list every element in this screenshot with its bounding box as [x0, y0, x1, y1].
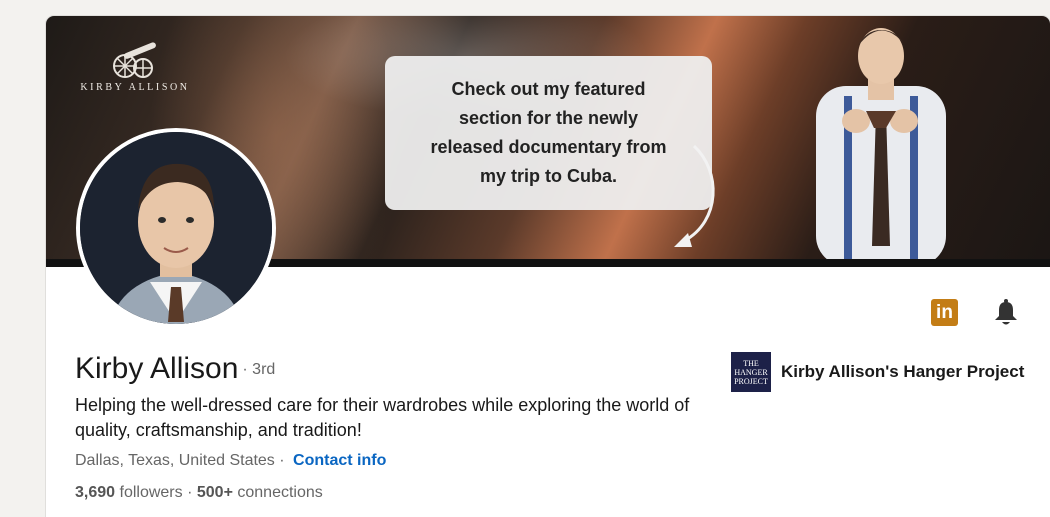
profile-avatar[interactable] [76, 128, 276, 328]
brand-logo: KIRBY ALLISON [70, 40, 200, 100]
company-logo-line1: THE [743, 358, 759, 368]
cannon-icon [113, 42, 156, 78]
company-logo-line3: PROJECT [734, 376, 768, 386]
bell-icon[interactable] [991, 298, 1021, 328]
logo-text: KIRBY ALLISON [80, 82, 190, 93]
banner-person-illustration [816, 28, 946, 266]
followers-count[interactable]: 3,690 [75, 484, 115, 501]
company-logo-line2: HANGER [734, 367, 768, 377]
company-name: Kirby Allison's Hanger Project [781, 362, 1025, 381]
connection-degree: · 3rd [242, 361, 276, 378]
profile-location: Dallas, Texas, United States · [75, 452, 285, 469]
location-row: Dallas, Texas, United States · Contact i… [75, 452, 386, 470]
profile-name: Kirby Allison [75, 352, 239, 385]
current-company[interactable]: THE HANGER PROJECT Kirby Allison's Hange… [731, 352, 1024, 392]
profile-card: KIRBY ALLISON Check out my featured sect… [46, 16, 1050, 517]
profile-name-row: Kirby Allison · 3rd [75, 352, 275, 386]
contact-info-link[interactable]: Contact info [293, 452, 386, 469]
profile-headline: Helping the well-dressed care for their … [75, 395, 690, 440]
curved-arrow-icon [674, 144, 715, 247]
connections-count[interactable]: 500+ [197, 484, 233, 501]
speech-text: Check out my featured section for the ne… [430, 79, 667, 186]
avatar-image [80, 132, 272, 324]
stats-separator: · [187, 484, 193, 501]
followers-label[interactable]: followers [120, 484, 183, 501]
company-logo: THE HANGER PROJECT [731, 352, 771, 392]
connections-label[interactable]: connections [237, 484, 322, 501]
speech-bubble: Check out my featured section for the ne… [385, 56, 712, 210]
linkedin-icon[interactable]: in [931, 299, 958, 326]
network-stats: 3,690 followers · 500+ connections [75, 484, 323, 502]
linkedin-icon-text: in [936, 302, 953, 323]
